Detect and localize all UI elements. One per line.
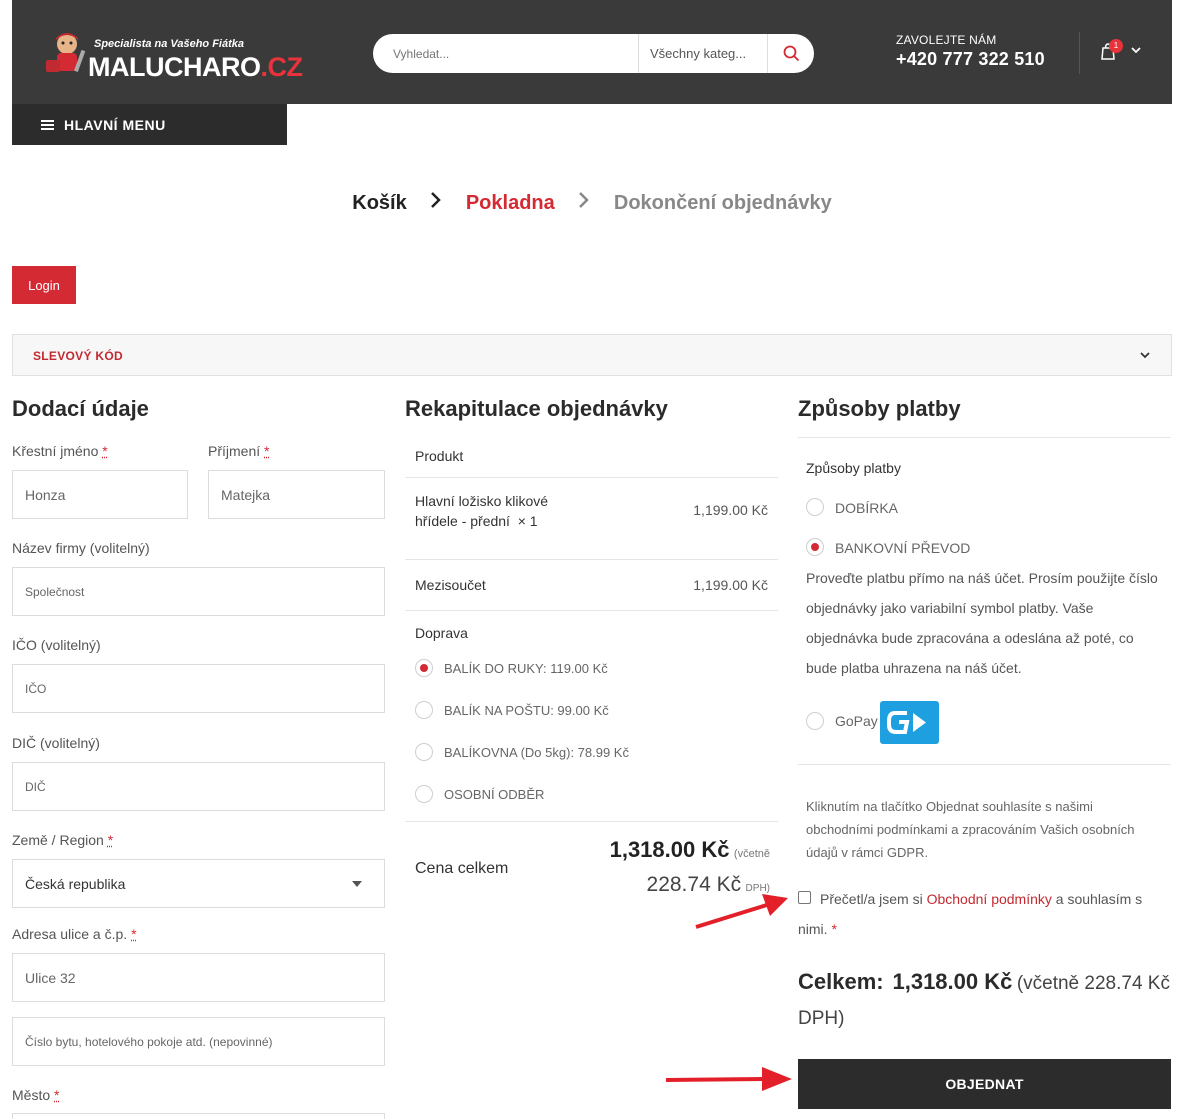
city-field[interactable] xyxy=(12,1113,385,1119)
cart-button[interactable]: 1 xyxy=(1100,42,1120,62)
step-cart[interactable]: Košík xyxy=(352,192,406,215)
category-select[interactable]: Všechny kateg... xyxy=(638,34,768,73)
grand-total-label: Celkem: xyxy=(798,969,884,994)
gdpr-notice: Kliknutím na tlačítko Objednat souhlasít… xyxy=(806,795,1156,864)
total-price: 1,318.00 Kč (včetně xyxy=(560,837,770,863)
product-name[interactable]: Hlavní ložisko klikové hřídele - přední … xyxy=(415,491,548,531)
coupon-toggle[interactable]: SLEVOVÝ KÓD xyxy=(12,334,1172,376)
country-value: Česká republika xyxy=(25,876,125,892)
terms-label: Přečetl/a jsem si Obchodní podmínky a so… xyxy=(798,884,1163,944)
search-input[interactable] xyxy=(373,34,638,73)
first-name-label: Křestní jméno * xyxy=(12,443,108,459)
shipping-option-label[interactable]: BALÍKOVNA (Do 5kg): 78.99 Kč xyxy=(444,745,629,760)
subtotal-label: Mezisoučet xyxy=(415,577,486,593)
last-name-field[interactable]: Matejka xyxy=(208,470,385,519)
shipping-option-label[interactable]: BALÍK DO RUKY: 119.00 Kč xyxy=(444,661,608,676)
ico-field[interactable]: IČO xyxy=(12,664,385,713)
divider xyxy=(405,477,778,478)
search-button[interactable] xyxy=(768,34,814,73)
address2-field[interactable]: Číslo bytu, hotelového pokoje atd. (nepo… xyxy=(12,1017,385,1066)
shipping-radio[interactable] xyxy=(415,701,433,719)
payment-option-label[interactable]: GoPay xyxy=(835,713,878,729)
coupon-label: SLEVOVÝ KÓD xyxy=(33,349,123,363)
divider xyxy=(798,437,1171,438)
terms-link[interactable]: Obchodní podmínky xyxy=(927,891,1052,907)
first-name-field[interactable]: Honza xyxy=(12,470,188,519)
grand-total: Celkem: 1,318.00 Kč (včetně 228.74 Kč DP… xyxy=(798,965,1171,1037)
vat-prefix: (včetně xyxy=(734,848,770,860)
product-header: Produkt xyxy=(415,448,463,464)
cart-count-badge: 1 xyxy=(1109,39,1123,53)
ico-label: IČO (volitelný) xyxy=(12,637,101,653)
shipping-radio[interactable] xyxy=(415,743,433,761)
shipping-option-label[interactable]: OSOBNÍ ODBĚR xyxy=(444,787,544,802)
divider xyxy=(405,610,778,611)
chevron-right-icon xyxy=(578,191,590,215)
payment-radio[interactable] xyxy=(806,498,824,516)
city-label: Město * xyxy=(12,1087,59,1103)
step-checkout: Pokladna xyxy=(466,192,555,215)
payment-option-label[interactable]: DOBÍRKA xyxy=(835,500,898,516)
shipping-option-label[interactable]: BALÍK NA POŠTU: 99.00 Kč xyxy=(444,703,609,718)
site-header: Specialista na Vašeho Fiátka MALUCHARO.C… xyxy=(12,0,1172,104)
place-order-button[interactable]: OBJEDNAT xyxy=(798,1059,1171,1109)
annotation-arrow-icon xyxy=(690,890,794,934)
total-label: Cena celkem xyxy=(415,860,508,878)
main-menu-button[interactable]: HLAVNÍ MENU xyxy=(12,104,287,145)
divider xyxy=(405,821,778,822)
gopay-logo-icon xyxy=(880,701,939,744)
login-button[interactable]: Login xyxy=(12,266,76,304)
product-price: 1,199.00 Kč xyxy=(640,502,768,518)
search-bar: Všechny kateg... xyxy=(373,34,814,73)
shipping-radio[interactable] xyxy=(415,785,433,803)
hamburger-icon xyxy=(41,118,54,132)
payment-radio[interactable] xyxy=(806,712,824,730)
header-divider xyxy=(1079,32,1080,74)
logo-brand: MALUCHARO.CZ xyxy=(88,52,302,83)
payment-title: Způsoby platby xyxy=(798,396,961,422)
site-logo[interactable]: Specialista na Vašeho Fiátka MALUCHARO.C… xyxy=(42,26,302,82)
last-name-label: Příjmení * xyxy=(208,443,269,459)
divider xyxy=(405,559,778,560)
mascot-icon xyxy=(42,30,90,80)
shipping-label: Doprava xyxy=(415,625,468,641)
summary-title: Rekapitulace objednávky xyxy=(405,396,668,422)
subtotal-value: 1,199.00 Kč xyxy=(640,577,768,593)
address-field[interactable]: Ulice 32 xyxy=(12,953,385,1002)
country-select[interactable]: Česká republika xyxy=(12,859,385,908)
chevron-right-icon xyxy=(430,191,442,215)
step-complete: Dokončení objednávky xyxy=(614,192,832,215)
dic-field[interactable]: DIČ xyxy=(12,762,385,811)
shipping-radio[interactable] xyxy=(415,659,433,677)
annotation-arrow-icon xyxy=(662,1064,796,1094)
grand-total-value: 1,318.00 Kč xyxy=(892,969,1012,994)
billing-title: Dodací údaje xyxy=(12,396,149,422)
logo-tagline: Specialista na Vašeho Fiátka xyxy=(94,38,244,50)
search-icon xyxy=(783,45,800,62)
divider xyxy=(798,764,1171,765)
payment-option-label[interactable]: BANKOVNÍ PŘEVOD xyxy=(835,540,970,556)
company-field[interactable]: Společnost xyxy=(12,567,385,616)
checkout-steps: Košík Pokladna Dokončení objednávky xyxy=(0,191,1184,215)
phone-label: ZAVOLEJTE NÁM xyxy=(896,33,1045,47)
bank-transfer-description: Proveďte platbu přímo na náš účet. Prosí… xyxy=(806,563,1158,683)
caret-down-icon xyxy=(352,881,362,887)
main-menu-label: HLAVNÍ MENU xyxy=(64,117,166,133)
payment-radio[interactable] xyxy=(806,538,824,556)
payment-subtitle: Způsoby platby xyxy=(806,460,901,476)
address-label: Adresa ulice a č.p. * xyxy=(12,926,137,942)
phone-number[interactable]: +420 777 322 510 xyxy=(896,49,1045,70)
chevron-down-icon[interactable] xyxy=(1130,44,1142,56)
company-label: Název firmy (volitelný) xyxy=(12,540,150,556)
dic-label: DIČ (volitelný) xyxy=(12,735,100,751)
country-label: Země / Region * xyxy=(12,832,113,848)
chevron-down-icon xyxy=(1139,349,1151,361)
phone-contact: ZAVOLEJTE NÁM +420 777 322 510 xyxy=(896,33,1045,70)
total-value: 1,318.00 Kč xyxy=(610,837,730,862)
